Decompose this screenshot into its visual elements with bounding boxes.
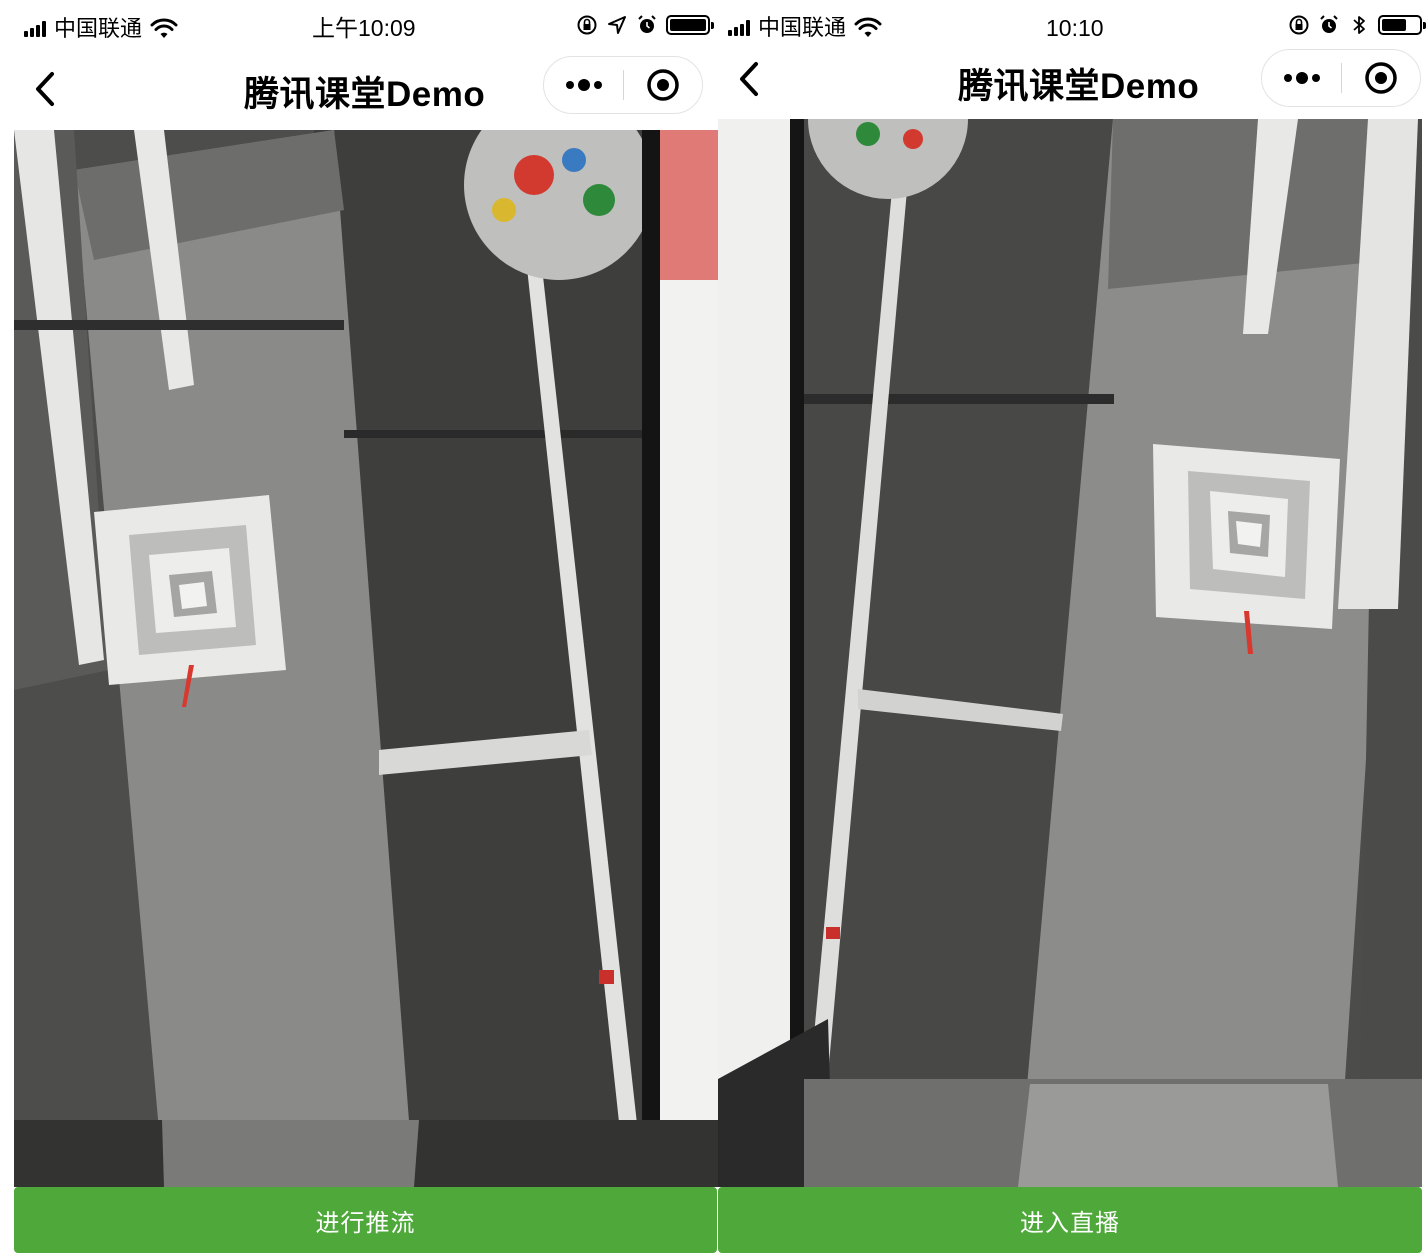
status-icons [576, 14, 714, 36]
carrier-group: 中国联通 [24, 16, 178, 42]
close-miniprogram-icon [1365, 62, 1397, 94]
carrier-label: 中国联通 [758, 15, 847, 40]
orientation-lock-icon [577, 15, 597, 35]
camera-preview[interactable] [14, 130, 718, 1187]
page-title: 腾讯课堂Demo [958, 67, 1200, 106]
orientation-lock-icon [1289, 15, 1309, 35]
camera-frame [14, 130, 718, 1187]
more-button[interactable] [1262, 50, 1342, 106]
signal-icon [728, 20, 750, 36]
alarm-icon [1320, 15, 1338, 33]
back-icon[interactable] [30, 70, 60, 108]
wifi-icon [854, 17, 882, 37]
carrier-group: 中国联通 [728, 15, 882, 41]
miniprogram-capsule [543, 56, 703, 114]
signal-icon [24, 21, 46, 37]
battery-icon [1378, 15, 1426, 35]
more-icon [566, 79, 602, 91]
back-icon[interactable] [734, 60, 764, 98]
miniprogram-capsule [1261, 49, 1421, 107]
location-icon [608, 16, 626, 34]
push-stream-button[interactable]: 进行推流 [14, 1187, 717, 1253]
enter-live-button[interactable]: 进入直播 [718, 1187, 1422, 1253]
close-miniprogram-icon [647, 69, 679, 101]
live-video[interactable] [718, 119, 1422, 1187]
video-frame [718, 119, 1422, 1187]
bluetooth-icon [1353, 16, 1365, 34]
status-time: 10:10 [1046, 15, 1104, 41]
more-icon [1284, 72, 1320, 84]
more-button[interactable] [544, 57, 624, 113]
wifi-icon [150, 18, 178, 38]
close-button[interactable] [624, 57, 702, 113]
screen-live: 中国联通 10:10 腾讯课堂Demo 进入直播 [718, 0, 1426, 1260]
status-bar: 中国联通 上午10:09 [0, 0, 718, 58]
page-title: 腾讯课堂Demo [244, 75, 486, 114]
battery-icon [666, 15, 714, 35]
nav-bar: 腾讯课堂Demo [718, 44, 1426, 114]
carrier-label: 中国联通 [54, 16, 143, 41]
status-icons [1288, 14, 1426, 36]
alarm-icon [638, 15, 656, 33]
status-time: 上午10:09 [312, 15, 416, 41]
close-button[interactable] [1342, 50, 1420, 106]
nav-bar: 腾讯课堂Demo [0, 52, 718, 122]
screen-push: 中国联通 上午10:09 腾讯课堂Demo 进行推流 [0, 0, 718, 1260]
